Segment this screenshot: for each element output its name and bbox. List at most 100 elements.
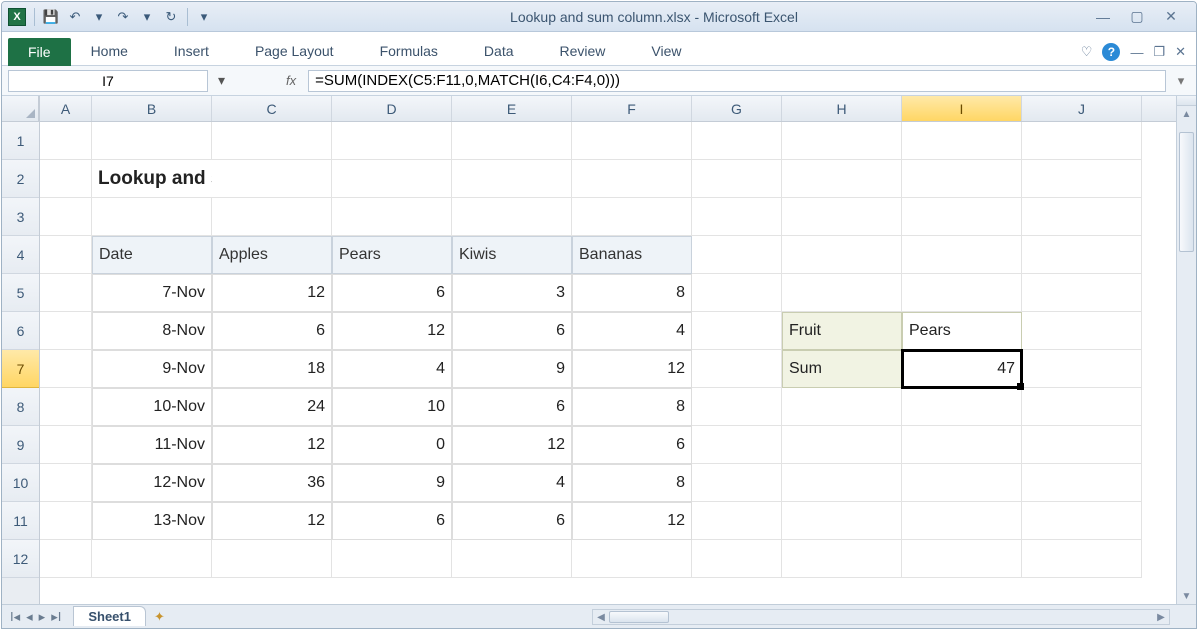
row-header[interactable]: 6 (2, 312, 39, 350)
table-cell[interactable]: 13-Nov (92, 502, 212, 540)
table-cell[interactable]: 8-Nov (92, 312, 212, 350)
expand-formula-icon[interactable]: ▾ (1172, 73, 1190, 89)
table-cell[interactable]: 6 (332, 274, 452, 312)
select-all-corner[interactable] (2, 96, 39, 122)
col-header[interactable]: B (92, 96, 212, 121)
scroll-down-icon[interactable]: ▼ (1177, 588, 1196, 604)
table-cell[interactable]: 6 (452, 502, 572, 540)
maximize-button[interactable]: ▢ (1126, 8, 1148, 26)
col-header[interactable]: H (782, 96, 902, 121)
tab-formulas[interactable]: Formulas (380, 37, 438, 65)
scroll-left-icon[interactable]: ◀ (593, 612, 609, 623)
redo-drop-icon[interactable]: ▾ (136, 6, 158, 28)
table-cell[interactable]: 0 (332, 426, 452, 464)
table-cell[interactable]: 8 (572, 388, 692, 426)
prev-sheet-icon[interactable]: ◂ (24, 609, 35, 625)
sum-label[interactable]: Sum (782, 350, 902, 388)
table-cell[interactable]: 12 (452, 426, 572, 464)
vertical-scrollbar[interactable]: ▲ ▼ (1176, 96, 1196, 604)
col-header[interactable]: C (212, 96, 332, 121)
table-cell[interactable]: 9 (452, 350, 572, 388)
row-header[interactable]: 10 (2, 464, 39, 502)
table-cell[interactable]: 8 (572, 274, 692, 312)
minimize-ribbon-icon[interactable]: ♡ (1081, 44, 1093, 60)
table-cell[interactable]: 6 (332, 502, 452, 540)
table-cell[interactable]: 4 (332, 350, 452, 388)
row-header[interactable]: 2 (2, 160, 39, 198)
tab-page-layout[interactable]: Page Layout (255, 37, 334, 65)
row-header[interactable]: 3 (2, 198, 39, 236)
table-cell[interactable]: 10-Nov (92, 388, 212, 426)
tab-view[interactable]: View (651, 37, 681, 65)
table-header[interactable]: Pears (332, 236, 452, 274)
table-header[interactable]: Apples (212, 236, 332, 274)
table-cell[interactable]: 6 (452, 312, 572, 350)
undo-drop-icon[interactable]: ▾ (88, 6, 110, 28)
last-sheet-icon[interactable]: ▸I (49, 609, 63, 625)
row-header[interactable]: 1 (2, 122, 39, 160)
cells-area[interactable]: Lookup and sum column Date Apples Pears … (40, 122, 1196, 578)
wb-close-button[interactable]: ✕ (1175, 44, 1186, 60)
row-header[interactable]: 12 (2, 540, 39, 578)
col-header[interactable]: I (902, 96, 1022, 121)
fx-icon[interactable]: fx (286, 73, 296, 88)
tab-data[interactable]: Data (484, 37, 514, 65)
sheet-tab[interactable]: Sheet1 (73, 606, 146, 626)
name-box[interactable]: I7 ▾ (8, 70, 208, 92)
col-header[interactable]: F (572, 96, 692, 121)
formula-input[interactable]: =SUM(INDEX(C5:F11,0,MATCH(I6,C4:F4,0))) (308, 70, 1166, 92)
col-header[interactable]: D (332, 96, 452, 121)
fruit-value[interactable]: Pears (902, 312, 1022, 350)
scroll-track[interactable] (1177, 122, 1196, 588)
tab-home[interactable]: Home (91, 37, 128, 65)
table-cell[interactable]: 6 (572, 426, 692, 464)
col-header[interactable]: E (452, 96, 572, 121)
undo-button[interactable]: ↶ (64, 6, 86, 28)
scroll-thumb[interactable] (1179, 132, 1194, 252)
wb-restore-button[interactable]: ❐ (1153, 44, 1165, 60)
wb-minimize-button[interactable]: ― (1130, 45, 1143, 60)
table-cell[interactable]: 36 (212, 464, 332, 502)
table-cell[interactable]: 12 (332, 312, 452, 350)
table-cell[interactable]: 6 (212, 312, 332, 350)
active-cell[interactable]: 47 (902, 350, 1022, 388)
col-header[interactable]: J (1022, 96, 1142, 121)
horizontal-scrollbar[interactable]: ◀ ▶ (592, 609, 1170, 625)
table-cell[interactable]: 18 (212, 350, 332, 388)
scroll-right-icon[interactable]: ▶ (1153, 612, 1169, 623)
table-header[interactable]: Kiwis (452, 236, 572, 274)
table-cell[interactable]: 12 (212, 502, 332, 540)
next-sheet-icon[interactable]: ▸ (37, 609, 48, 625)
tab-insert[interactable]: Insert (174, 37, 209, 65)
table-cell[interactable]: 9-Nov (92, 350, 212, 388)
col-header[interactable]: G (692, 96, 782, 121)
table-cell[interactable]: 8 (572, 464, 692, 502)
customize-qat-icon[interactable]: ▾ (193, 6, 215, 28)
col-header[interactable]: A (40, 96, 92, 121)
redo-button[interactable]: ↷ (112, 6, 134, 28)
help-icon[interactable]: ? (1102, 43, 1120, 61)
table-cell[interactable]: 10 (332, 388, 452, 426)
table-header[interactable]: Bananas (572, 236, 692, 274)
table-cell[interactable]: 11-Nov (92, 426, 212, 464)
name-box-drop-icon[interactable]: ▾ (218, 72, 225, 89)
row-header[interactable]: 11 (2, 502, 39, 540)
table-cell[interactable]: 12 (212, 274, 332, 312)
minimize-button[interactable]: ― (1092, 8, 1114, 26)
table-cell[interactable]: 12 (572, 502, 692, 540)
split-handle[interactable] (1177, 96, 1196, 106)
table-header[interactable]: Date (92, 236, 212, 274)
row-header[interactable]: 9 (2, 426, 39, 464)
table-cell[interactable]: 9 (332, 464, 452, 502)
close-button[interactable]: ✕ (1160, 8, 1182, 26)
table-cell[interactable]: 24 (212, 388, 332, 426)
new-sheet-icon[interactable]: ✦ (154, 609, 165, 625)
scroll-thumb[interactable] (609, 611, 669, 623)
row-header[interactable]: 5 (2, 274, 39, 312)
row-header[interactable]: 8 (2, 388, 39, 426)
table-cell[interactable]: 12 (572, 350, 692, 388)
row-header[interactable]: 4 (2, 236, 39, 274)
table-cell[interactable]: 12-Nov (92, 464, 212, 502)
table-cell[interactable]: 4 (452, 464, 572, 502)
file-tab[interactable]: File (8, 38, 71, 66)
